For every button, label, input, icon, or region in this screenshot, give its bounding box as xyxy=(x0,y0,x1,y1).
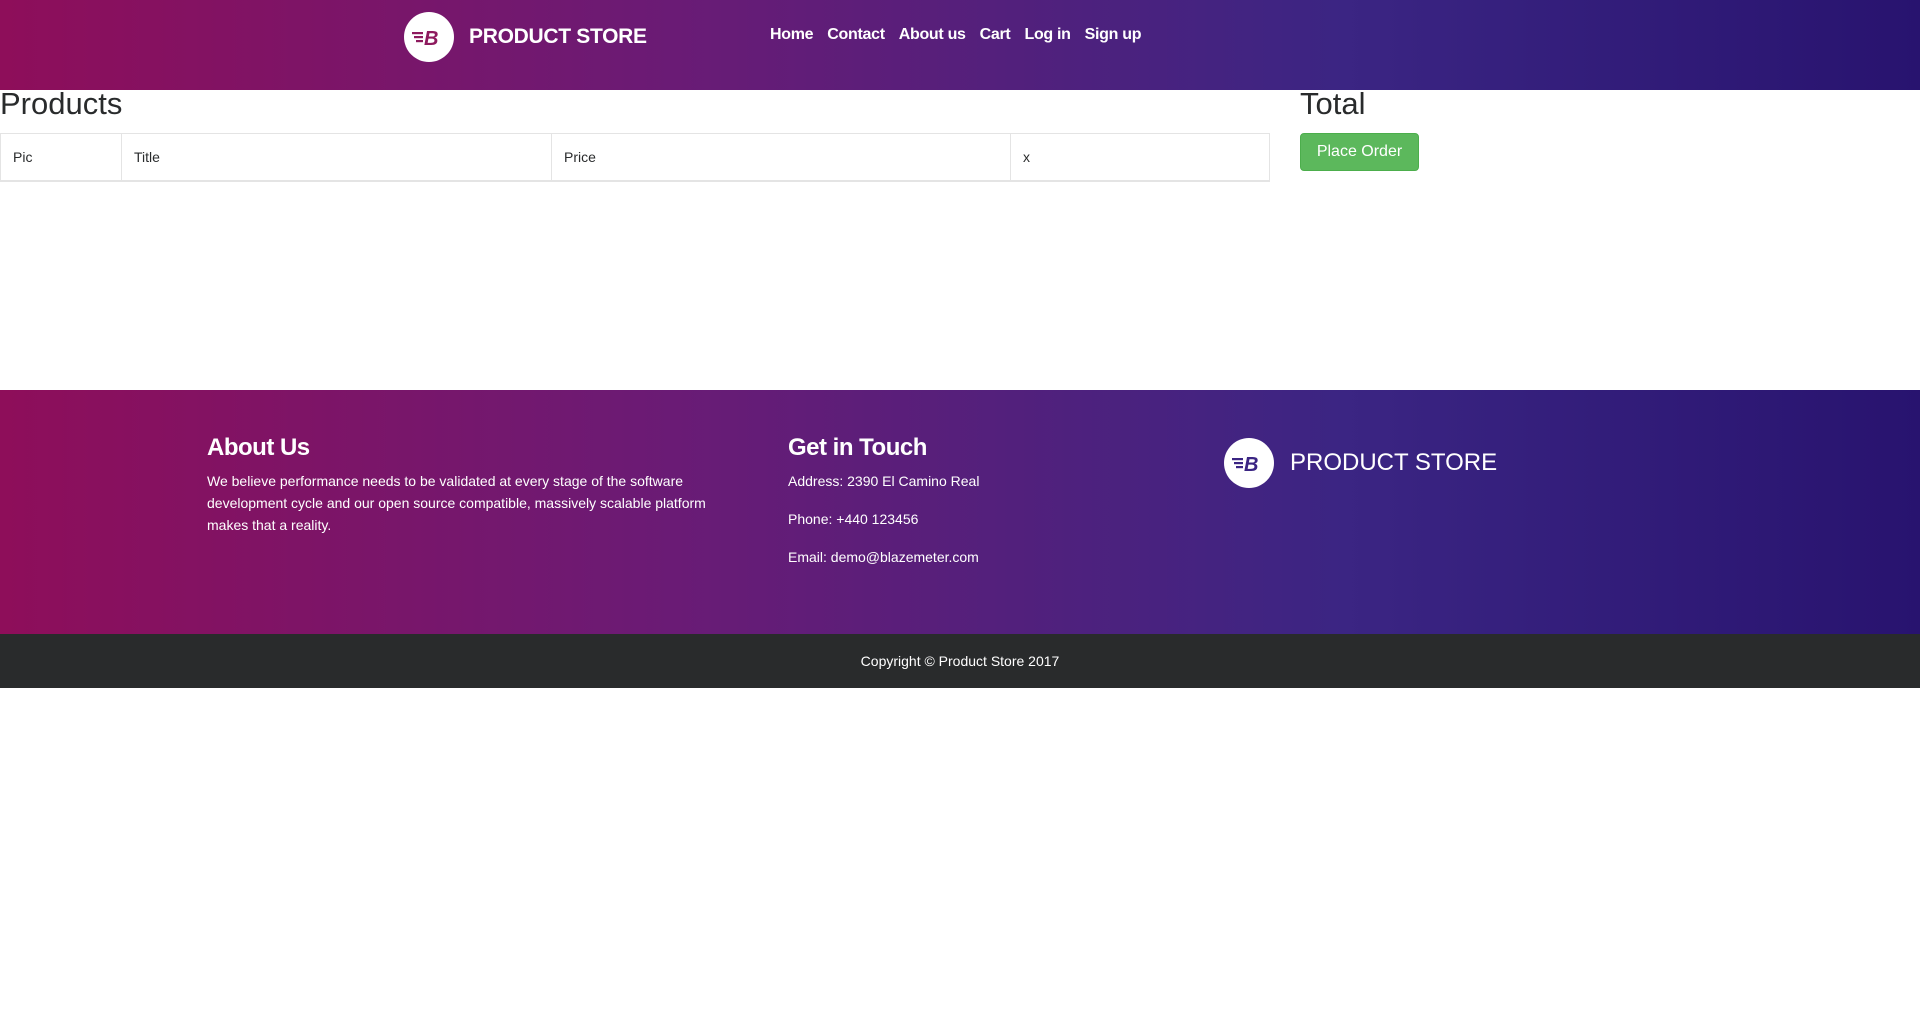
column-header-pic: Pic xyxy=(0,133,122,182)
column-header-price: Price xyxy=(551,133,1011,182)
about-us-text: We believe performance needs to be valid… xyxy=(207,473,706,533)
about-us-section: About Us We believe performance needs to… xyxy=(207,434,737,536)
total-title: Total xyxy=(1300,86,1366,121)
table-header-row: Pic Title Price x xyxy=(0,133,1270,182)
contact-address: Address: 2390 El Camino Real xyxy=(788,473,980,489)
footer-brand-name: PRODUCT STORE xyxy=(1290,449,1498,476)
place-order-button[interactable]: Place Order xyxy=(1300,133,1419,171)
products-title: Products xyxy=(0,86,123,121)
contact-title: Get in Touch xyxy=(788,434,927,461)
column-header-title: Title xyxy=(121,133,552,182)
blazemeter-logo-icon: B xyxy=(1224,438,1274,488)
navbar: B PRODUCT STORE Home Contact About us Ca… xyxy=(0,0,1920,90)
svg-text:B: B xyxy=(424,28,438,48)
footer-brand: B PRODUCT STORE xyxy=(1224,438,1497,488)
nav-contact[interactable]: Contact xyxy=(820,24,891,46)
nav-log-in[interactable]: Log in xyxy=(1017,24,1077,46)
brand-link[interactable]: B PRODUCT STORE xyxy=(404,12,647,62)
svg-text:B: B xyxy=(1244,454,1258,474)
nav-home[interactable]: Home xyxy=(763,24,820,46)
copyright-bar: Copyright © Product Store 2017 xyxy=(0,634,1920,688)
blazemeter-logo-icon: B xyxy=(404,12,454,62)
nav-links: Home Contact About us Cart Log in Sign u… xyxy=(763,24,1148,46)
contact-section: Get in Touch Address: 2390 El Camino Rea… xyxy=(788,434,1208,568)
contact-email: Email: demo@blazemeter.com xyxy=(788,549,979,565)
nav-about-us[interactable]: About us xyxy=(892,24,973,46)
contact-phone: Phone: +440 123456 xyxy=(788,511,919,527)
column-header-delete: x xyxy=(1010,133,1270,182)
copyright-text: Copyright © Product Store 2017 xyxy=(860,653,1060,669)
footer: About Us We believe performance needs to… xyxy=(0,390,1920,634)
nav-cart[interactable]: Cart xyxy=(973,24,1018,46)
about-us-title: About Us xyxy=(207,434,310,461)
cart-table: Pic Title Price x xyxy=(0,133,1270,182)
brand-name: PRODUCT STORE xyxy=(469,25,647,48)
nav-sign-up[interactable]: Sign up xyxy=(1078,24,1149,46)
